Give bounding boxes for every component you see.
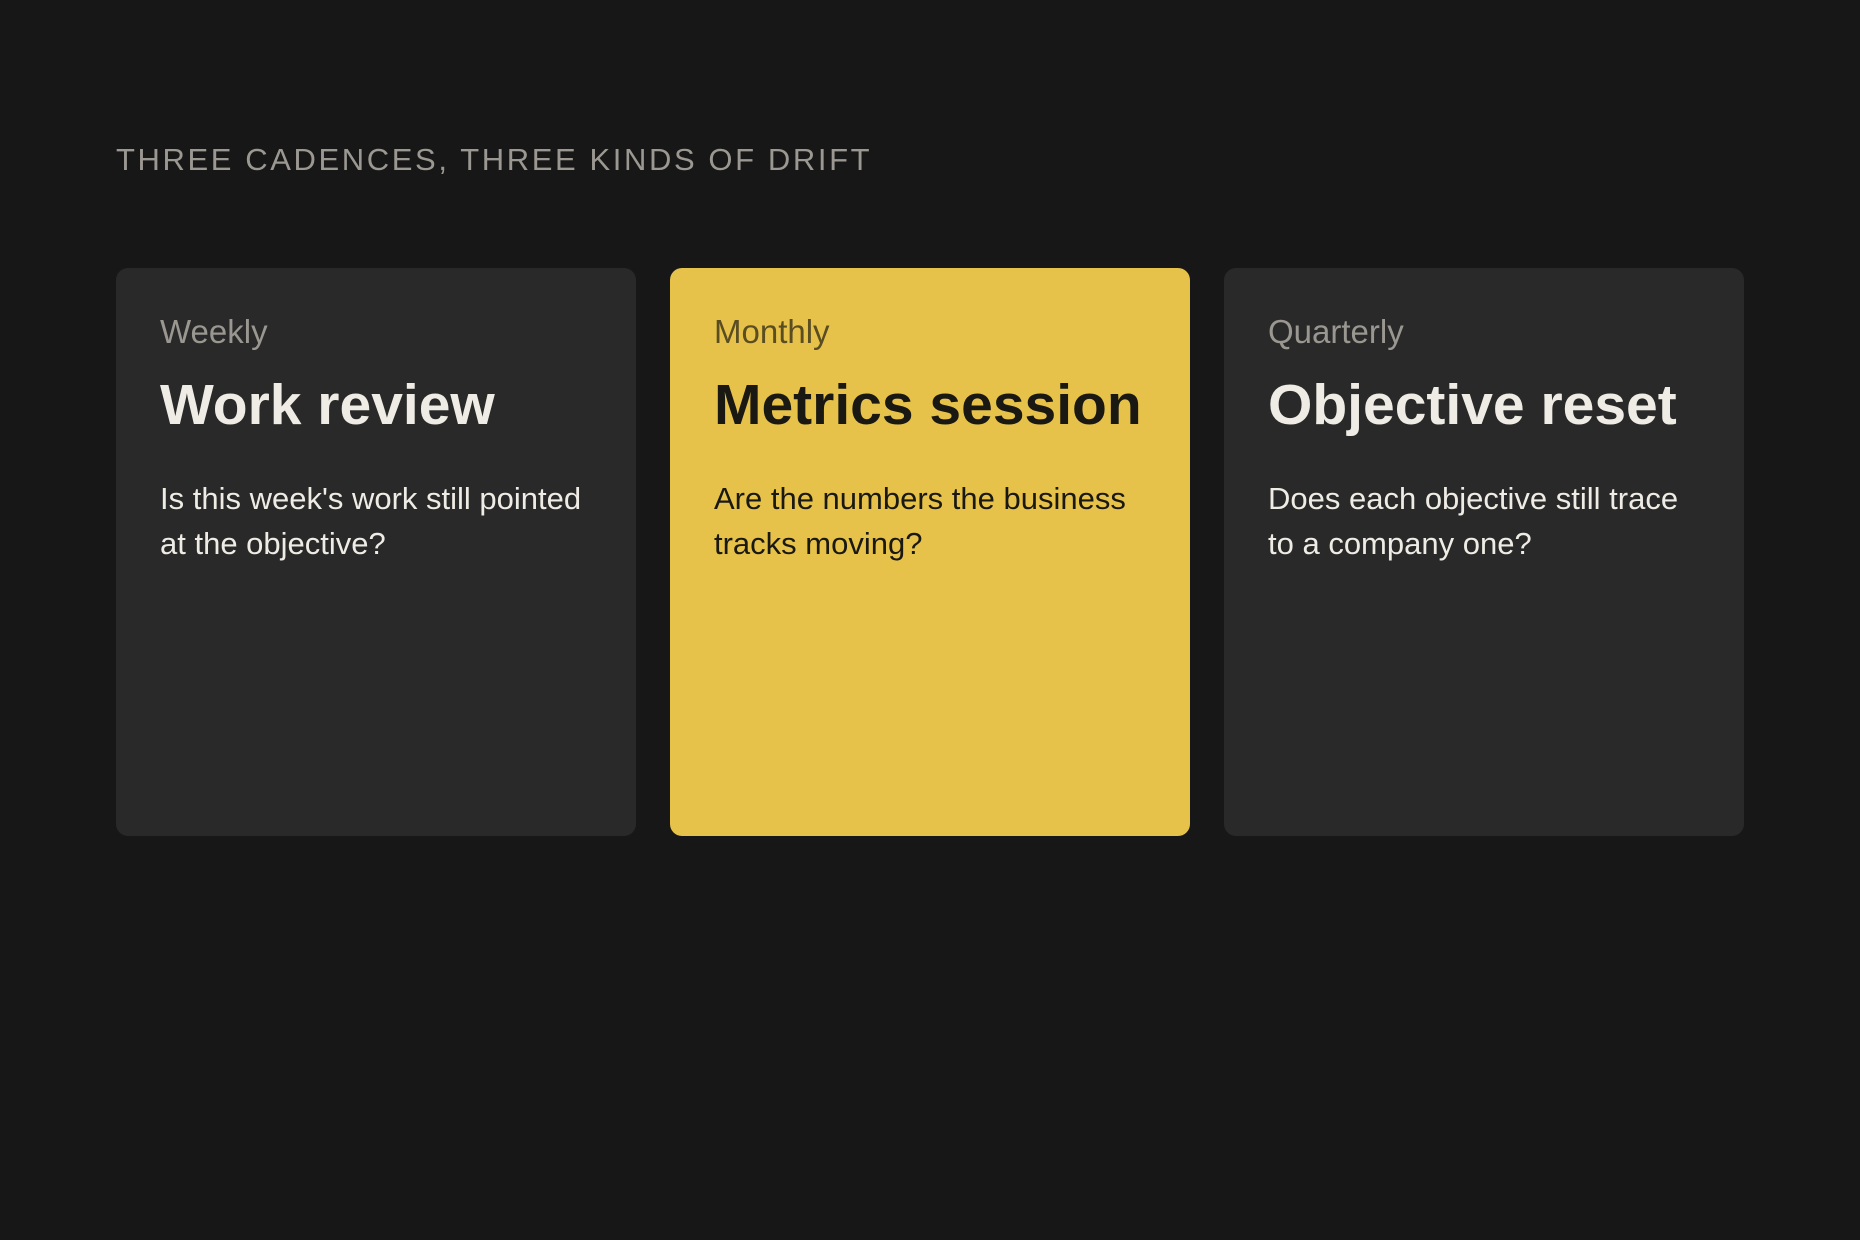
card-title: Objective reset <box>1268 373 1677 437</box>
card-question: Are the numbers the business tracks movi… <box>714 481 1126 561</box>
card-quarterly: Quarterly Objective reset Does each obje… <box>1224 268 1744 836</box>
card-cadence: Quarterly <box>1268 313 1404 350</box>
card-cadence: Weekly <box>160 313 268 350</box>
card-question: Is this week's work still pointed at the… <box>160 481 582 561</box>
card-question: Does each objective still trace to a com… <box>1268 481 1679 561</box>
cadence-cards: Weekly Work review Is this week's work s… <box>116 268 1744 836</box>
card-cadence: Monthly <box>714 313 830 350</box>
section-title: THREE CADENCES, THREE KINDS OF DRIFT <box>116 142 873 177</box>
card-weekly: Weekly Work review Is this week's work s… <box>116 268 636 836</box>
card-monthly: Monthly Metrics session Are the numbers … <box>670 268 1190 836</box>
card-title: Metrics session <box>714 373 1142 437</box>
card-title: Work review <box>160 373 495 437</box>
